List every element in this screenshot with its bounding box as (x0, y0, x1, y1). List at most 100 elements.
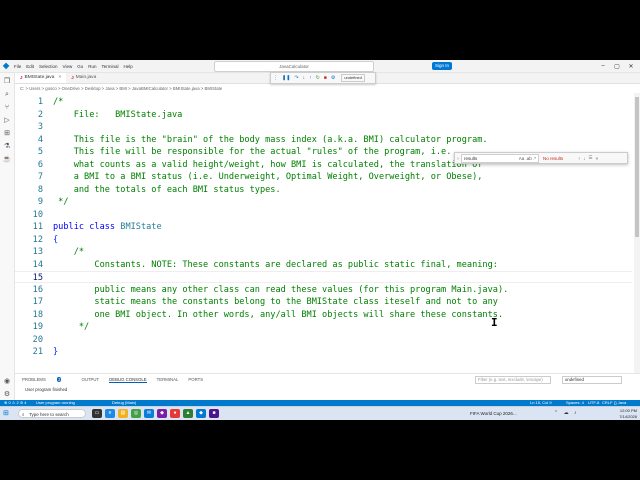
scrollbar-thumb[interactable] (635, 97, 639, 237)
account-icon[interactable]: ◉ (0, 377, 14, 386)
app-icon[interactable]: ◆ (157, 409, 167, 418)
code-line[interactable]: 19 */ (15, 321, 632, 333)
find-options[interactable]: Aa .ab .* (519, 155, 536, 162)
step-over-icon[interactable]: ↷ (294, 75, 298, 81)
taskbar-clock[interactable]: 12:00 PM 7/14/2026 (601, 408, 637, 420)
stop-icon[interactable]: ■ (324, 75, 327, 81)
find-in-selection-icon[interactable]: ☰ (589, 155, 593, 161)
code-line[interactable]: 16 public means any other class can read… (15, 284, 632, 296)
code-line[interactable]: 8 and the totals of each BMI status type… (15, 184, 632, 196)
tab-output[interactable]: OUTPUT (81, 377, 99, 383)
comment-token: one BMI object. In other words, any/all … (53, 309, 504, 320)
step-out-icon[interactable]: ↑ (309, 75, 312, 81)
chrome-icon[interactable]: ◎ (131, 409, 141, 418)
console-session-select[interactable]: undefined (562, 376, 622, 384)
activity-bar: ❐ ⌕ ⑂ ▷ ⊞ ⚗ ☕ ◉ ⚙ (0, 73, 15, 420)
tab-bmistate[interactable]: J BMIState.java × (15, 73, 67, 83)
tab-main[interactable]: J Main.java (66, 73, 101, 83)
tab-debug-console[interactable]: DEBUG CONSOLE (109, 377, 147, 383)
restart-icon[interactable]: ↻ (316, 75, 320, 81)
code-text: public class BMIState (53, 221, 162, 233)
code-line[interactable]: 20 (15, 334, 632, 346)
code-line[interactable]: 1 /* (15, 96, 632, 108)
find-input[interactable]: results Aa .ab .* (461, 153, 539, 163)
source-control-icon[interactable]: ⑂ (0, 103, 14, 112)
code-line[interactable]: 10 (15, 209, 632, 221)
debug-config-select[interactable]: undefined (341, 74, 365, 82)
menu-view[interactable]: View (63, 64, 73, 69)
system-tray[interactable]: ⌃ ☁ ♪ (554, 410, 578, 416)
step-into-icon[interactable]: ↓ (303, 75, 306, 81)
minimize-icon[interactable]: – (596, 63, 610, 69)
tab-problems[interactable]: PROBLEMS 2 (22, 377, 71, 383)
sign-in-button[interactable]: Sign In (432, 62, 453, 70)
code-line[interactable]: 14 Constants. NOTE: These constants are … (15, 259, 632, 271)
maximize-icon[interactable]: ▢ (610, 63, 624, 70)
code-line[interactable]: 17 static means the constants belong to … (15, 296, 632, 308)
find-status: No results (543, 155, 564, 161)
code-line[interactable]: 12 { (15, 234, 632, 246)
command-center[interactable]: JavaCalculator (214, 61, 374, 72)
code-line[interactable]: 2 File: BMIState.java (15, 109, 632, 121)
file-explorer-icon[interactable]: ▤ (118, 409, 128, 418)
tab-ports[interactable]: PORTS (188, 377, 203, 383)
code-line[interactable]: 4 This file is the "brain" of the body m… (15, 134, 632, 146)
code-line[interactable]: 3 (15, 121, 632, 133)
menu-run[interactable]: Run (88, 64, 96, 69)
tab-terminal[interactable]: TERMINAL (157, 377, 179, 383)
brace-token: { (53, 234, 59, 245)
close-find-icon[interactable]: × (596, 156, 599, 161)
java-file-icon: J (20, 75, 23, 80)
app-icon[interactable]: ● (170, 409, 180, 418)
close-tab-icon[interactable]: × (58, 73, 61, 83)
edge-icon[interactable]: e (105, 409, 115, 418)
comment-token: File: BMIState.java (53, 109, 183, 120)
code-line[interactable]: 9 */ (15, 196, 632, 208)
editor-scrollbar[interactable] (634, 93, 640, 398)
clock-date: 7/14/2026 (619, 414, 637, 419)
app-icon[interactable]: ▲ (183, 409, 193, 418)
previous-match-icon[interactable]: ↑ (578, 156, 580, 161)
code-line[interactable]: 7 a BMI to a BMI status (i.e. Underweigh… (15, 171, 632, 183)
news-widget[interactable]: FIFA World Cup 2026... (470, 409, 542, 418)
manage-gear-icon[interactable]: ⚙ (0, 390, 14, 399)
task-view-icon[interactable]: ▭ (92, 409, 102, 418)
menu-edit[interactable]: Edit (26, 64, 34, 69)
run-debug-icon[interactable]: ▷ (0, 116, 14, 125)
app-icon[interactable]: ■ (209, 409, 219, 418)
menu-go[interactable]: Go (77, 64, 83, 69)
code-text: */ (53, 321, 89, 333)
taskbar-search[interactable]: ⌕ Type here to search (18, 409, 86, 418)
explorer-icon[interactable]: ❐ (0, 77, 14, 86)
gear-icon[interactable]: ⚙ (331, 75, 335, 81)
testing-icon[interactable]: ⚗ (0, 142, 14, 151)
panel-tabs: PROBLEMS 2 OUTPUT DEBUG CONSOLE TERMINAL… (22, 377, 213, 383)
vscode-taskbar-icon[interactable]: ◆ (196, 409, 206, 418)
code-editor[interactable]: 1/* 2 File: BMIState.java 3 4 This file is … (15, 93, 632, 398)
pause-icon[interactable]: ❚❚ (282, 75, 290, 81)
java-projects-icon[interactable]: ☕ (0, 155, 14, 164)
comment-token: /* (53, 97, 64, 107)
next-match-icon[interactable]: ↓ (583, 156, 585, 161)
code-line[interactable]: 21} (15, 346, 632, 358)
drag-handle-icon[interactable]: ⋮ (273, 75, 278, 81)
close-icon[interactable]: ✕ (624, 63, 638, 70)
code-text: This file will be responsible for the ac… (53, 146, 452, 158)
search-icon[interactable]: ⌕ (0, 90, 14, 99)
brace-token: } (53, 347, 59, 357)
menu-file[interactable]: File (14, 64, 21, 69)
menu-terminal[interactable]: Terminal (102, 64, 119, 69)
breadcrumb[interactable]: C: > Users > gosco > OneDrive > Desktop … (15, 84, 640, 93)
bottom-panel: PROBLEMS 2 OUTPUT DEBUG CONSOLE TERMINAL… (15, 373, 640, 400)
menu-help[interactable]: Help (124, 64, 133, 69)
extensions-icon[interactable]: ⊞ (0, 129, 14, 138)
windows-start-icon[interactable]: ⊞ (3, 410, 10, 417)
code-line[interactable]: 11 public class BMIState (15, 221, 632, 233)
console-filter-input[interactable]: Filter (e.g. text, !exclude, \escape) (475, 376, 551, 384)
code-line[interactable]: 18 one BMI object. In other words, any/a… (15, 309, 632, 321)
menu-selection[interactable]: Selection (39, 64, 58, 69)
code-line[interactable]: 13 /* (15, 246, 632, 258)
mail-icon[interactable]: ✉ (144, 409, 154, 418)
screen: ◆ File Edit Selection View Go Run Termin… (0, 60, 640, 420)
code-line[interactable]: 15 (15, 271, 632, 283)
